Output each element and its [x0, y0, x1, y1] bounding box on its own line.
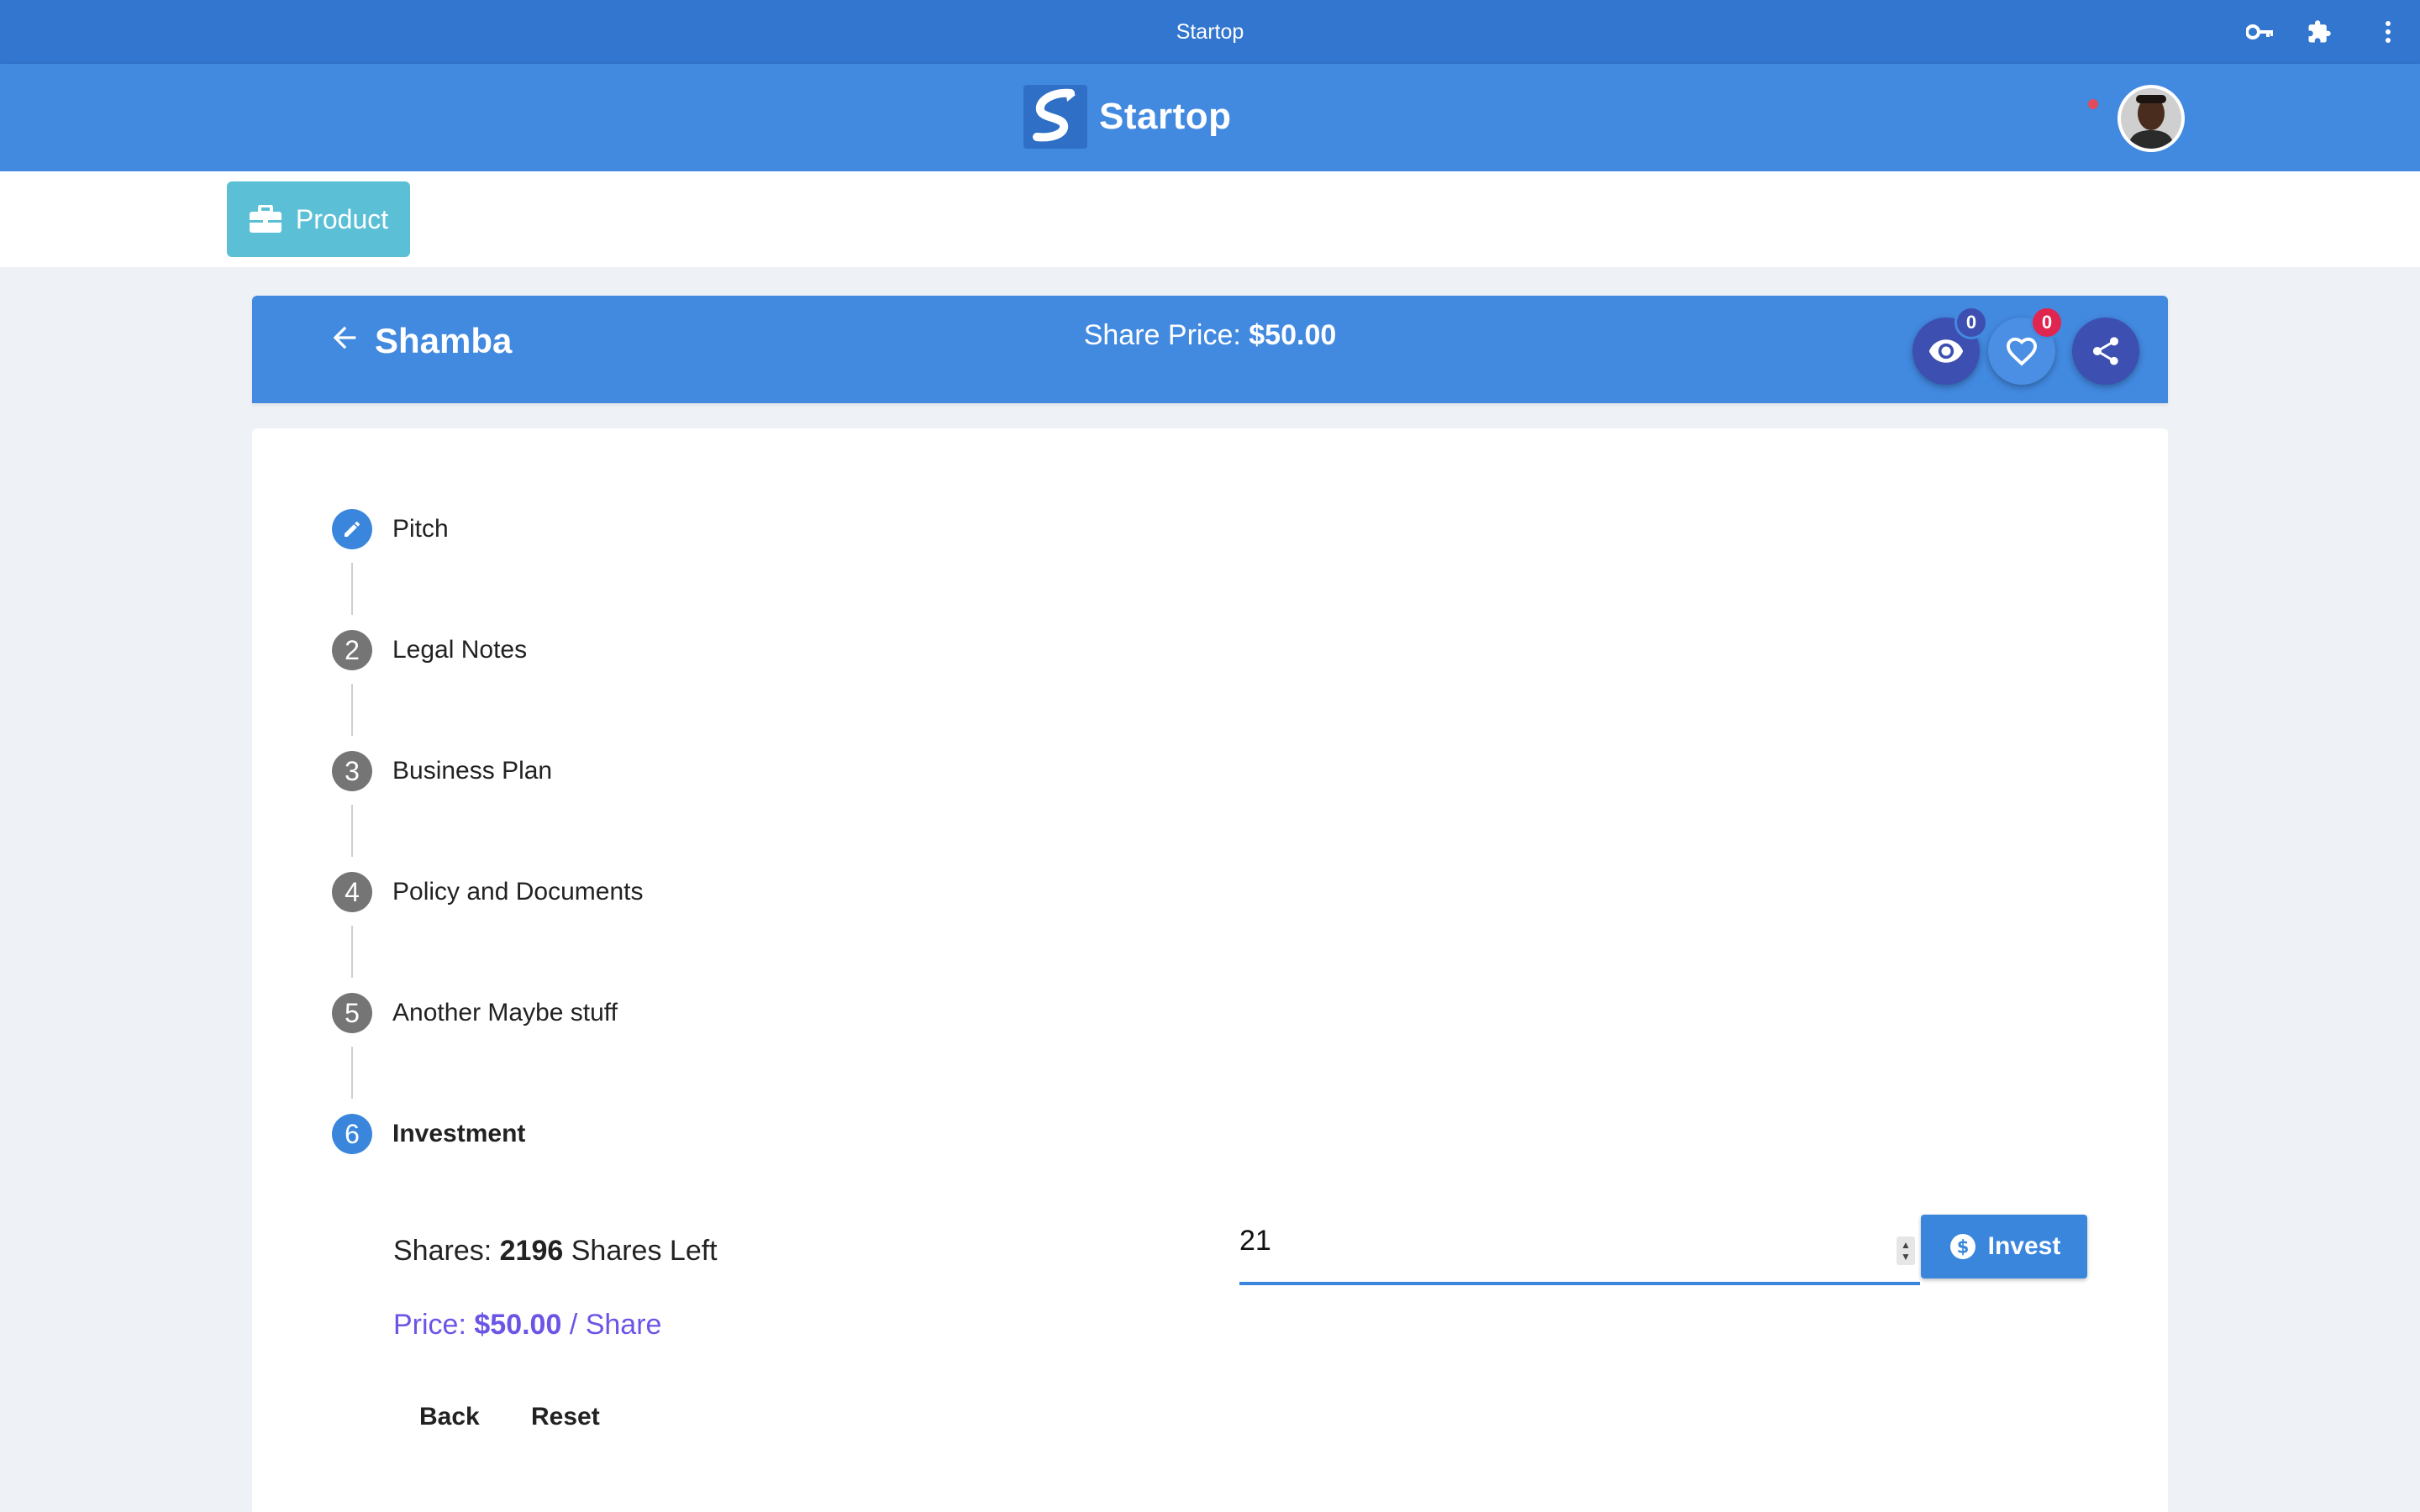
views-count-badge: 0 [1954, 306, 1988, 339]
step-label: Investment [392, 1120, 526, 1147]
brand-name: Startop [1099, 96, 1232, 137]
step-label: Policy and Documents [392, 878, 644, 906]
svg-text:$: $ [1956, 1237, 1969, 1257]
step-number: 4 [332, 872, 372, 912]
product-card-header: Shamba Share Price: $50.00 0 0 [252, 296, 2168, 403]
price-value: $50.00 [474, 1309, 562, 1341]
shares-prefix: Shares: [393, 1235, 492, 1267]
heart-icon [2006, 337, 2038, 366]
share-button[interactable] [2072, 318, 2139, 385]
step-connector [351, 926, 353, 978]
price-suffix: / Share [569, 1309, 662, 1341]
step-label: Business Plan [392, 757, 553, 785]
shares-quantity-input[interactable]: 21 ▲ ▼ [1239, 1218, 1920, 1285]
step-policy-documents[interactable]: 4 Policy and Documents [332, 872, 643, 912]
app-header: Startop [0, 64, 2420, 171]
stepper-card: Pitch 2 Legal Notes 3 Business Plan 4 Po… [252, 428, 2168, 1512]
step-number: 2 [332, 630, 372, 670]
views-button[interactable]: 0 [1912, 306, 1988, 385]
step-number: 6 [332, 1114, 372, 1154]
dollar-circle-icon: $ [1948, 1231, 1978, 1262]
share-price-value: $50.00 [1249, 319, 1337, 351]
step-connector [351, 684, 353, 736]
eye-icon [1928, 339, 1964, 363]
more-vert-icon[interactable] [2373, 17, 2403, 47]
share-price: Share Price: $50.00 [252, 319, 2168, 352]
notification-dot [2088, 99, 2098, 109]
step-connector [351, 805, 353, 857]
back-button[interactable]: Back [406, 1394, 493, 1440]
step-connector [351, 563, 353, 615]
quantity-value: 21 [1239, 1225, 1271, 1257]
brand[interactable]: Startop [1023, 85, 1232, 149]
spin-down-icon[interactable]: ▼ [1901, 1251, 1911, 1263]
step-business-plan[interactable]: 3 Business Plan [332, 751, 552, 791]
shares-left-text: Shares: 2196 Shares Left [393, 1235, 718, 1268]
step-number: 3 [332, 751, 372, 791]
price-per-share: Price: $50.00 / Share [393, 1309, 661, 1341]
spin-up-icon[interactable]: ▲ [1901, 1239, 1911, 1251]
step-label: Pitch [392, 515, 449, 543]
tab-product[interactable]: Product [227, 181, 410, 257]
price-prefix: Price: [393, 1309, 466, 1341]
reset-button[interactable]: Reset [518, 1394, 613, 1440]
puzzle-icon[interactable] [2304, 17, 2334, 47]
step-connector [351, 1047, 353, 1099]
tab-bar: Product [0, 171, 2420, 267]
briefcase-icon [249, 205, 282, 234]
step-pitch[interactable]: Pitch [332, 509, 449, 549]
quantity-stepper[interactable]: ▲ ▼ [1897, 1236, 1915, 1265]
invest-button[interactable]: $ Invest [1921, 1215, 2087, 1278]
startop-logo-icon [1023, 85, 1087, 149]
share-icon [2092, 337, 2118, 365]
step-label: Another Maybe stuff [392, 999, 618, 1026]
step-label: Legal Notes [392, 636, 528, 664]
invest-label: Invest [1987, 1232, 2061, 1260]
step-number: 5 [332, 993, 372, 1033]
step-investment[interactable]: 6 Investment [332, 1114, 525, 1154]
share-price-label: Share Price: [1083, 319, 1241, 351]
like-button[interactable]: 0 [1988, 306, 2064, 385]
likes-count-badge: 0 [2030, 306, 2064, 339]
step-legal-notes[interactable]: 2 Legal Notes [332, 630, 527, 670]
edit-icon [332, 509, 372, 549]
shares-left-count: 2196 [499, 1235, 564, 1267]
shares-suffix: Shares Left [571, 1235, 718, 1267]
user-avatar-icon [2121, 88, 2181, 149]
tab-product-label: Product [295, 203, 389, 234]
browser-title: Startop [1176, 20, 1244, 44]
step-another-maybe-stuff[interactable]: 5 Another Maybe stuff [332, 993, 618, 1033]
avatar[interactable] [2118, 85, 2185, 152]
key-icon[interactable] [2245, 17, 2275, 47]
